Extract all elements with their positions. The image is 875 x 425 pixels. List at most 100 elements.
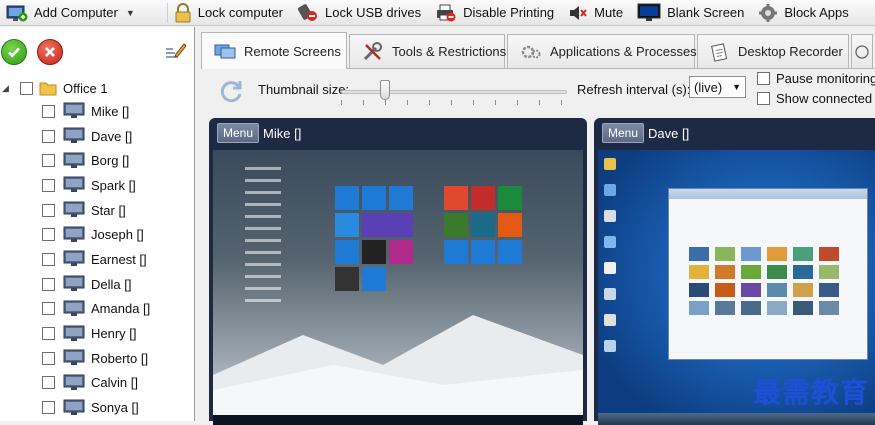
- computer-monitor-icon: [63, 226, 85, 242]
- computer-tree-item[interactable]: Borg []: [0, 148, 194, 173]
- computer-checkbox[interactable]: [42, 302, 55, 316]
- computer-checkbox[interactable]: [42, 327, 55, 341]
- refresh-interval-select[interactable]: (live) ▼: [689, 76, 746, 98]
- computer-label: Calvin []: [91, 375, 138, 391]
- computer-label: Joseph []: [91, 227, 144, 243]
- computer-tree-item[interactable]: Calvin []: [0, 371, 194, 396]
- remote-screen-thumbnail[interactable]: [213, 150, 583, 425]
- lock-usb-label: Lock USB drives: [325, 5, 422, 20]
- tab-applications-processes[interactable]: Applications & Processes: [507, 34, 697, 68]
- chevron-down-icon[interactable]: ▼: [126, 8, 135, 18]
- group-label: Office 1: [63, 80, 108, 96]
- computer-checkbox[interactable]: [42, 178, 55, 192]
- block-apps-icon: [759, 3, 778, 22]
- computer-monitor-icon: [63, 349, 85, 366]
- edit-list-icon[interactable]: [164, 39, 186, 61]
- computer-monitor-icon: [63, 102, 85, 119]
- computer-tree-item[interactable]: Star []: [0, 198, 194, 223]
- screen-header: Menu Mike []: [213, 122, 583, 144]
- blank-screen-button[interactable]: Blank Screen: [631, 0, 752, 25]
- chevron-down-icon: ▼: [732, 82, 741, 92]
- remove-button[interactable]: [37, 39, 63, 65]
- group-checkbox[interactable]: [20, 81, 33, 95]
- block-apps-label: Block Apps: [784, 5, 849, 20]
- tab-tools-label: Tools & Restrictions: [392, 44, 507, 59]
- computer-label: Star []: [91, 202, 126, 218]
- computer-checkbox[interactable]: [42, 129, 55, 143]
- computer-checkbox[interactable]: [42, 203, 55, 217]
- tools-icon: [363, 41, 382, 60]
- computer-monitor-icon: [63, 399, 85, 415]
- checkmark-icon: [8, 47, 20, 58]
- computer-checkbox[interactable]: [42, 401, 55, 415]
- gears-icon: [521, 45, 541, 58]
- usb-lock-icon: [297, 3, 318, 21]
- confirm-button[interactable]: [1, 39, 27, 65]
- monitor-icon: [637, 3, 661, 21]
- computer-checkbox[interactable]: [42, 277, 55, 291]
- block-apps-button[interactable]: Block Apps: [752, 0, 856, 25]
- computer-checkbox[interactable]: [42, 351, 55, 365]
- computer-label: Spark []: [91, 177, 136, 193]
- tree-group-office[interactable]: ◢ Office 1: [0, 77, 194, 99]
- computer-tree-item[interactable]: Dave []: [0, 124, 194, 149]
- padlock-icon: [175, 2, 191, 22]
- tab-bar: Remote Screens Tools & Restrictions Appl…: [201, 32, 875, 69]
- computer-label: Earnest []: [91, 251, 147, 267]
- tab-desktop-recorder[interactable]: Desktop Recorder: [697, 34, 849, 68]
- computer-checkbox[interactable]: [42, 252, 55, 266]
- computer-tree-item[interactable]: Mike []: [0, 99, 194, 124]
- computer-tree-item[interactable]: Henry []: [0, 321, 194, 346]
- start-tiles-left: [335, 186, 413, 291]
- computer-tree-item[interactable]: Spark []: [0, 173, 194, 198]
- computer-label: Roberto []: [91, 350, 149, 366]
- computer-label: Borg []: [91, 153, 130, 169]
- computer-tree-item[interactable]: Earnest []: [0, 247, 194, 272]
- computer-monitor-icon: [63, 374, 85, 390]
- remote-taskbar: [598, 413, 875, 425]
- tab-tools-restrictions[interactable]: Tools & Restrictions: [349, 34, 507, 68]
- desktop-icons: [604, 158, 616, 366]
- pause-monitoring-option[interactable]: Pause monitoring: [757, 71, 875, 86]
- computer-checkbox[interactable]: [42, 228, 55, 242]
- computer-checkbox[interactable]: [42, 104, 55, 118]
- computer-tree-item[interactable]: Roberto []: [0, 346, 194, 371]
- show-connected-label: Show connected o: [776, 91, 875, 106]
- collapse-arrow-icon[interactable]: ◢: [2, 83, 16, 94]
- mute-label: Mute: [594, 5, 624, 20]
- computer-tree-item[interactable]: Della []: [0, 272, 194, 297]
- screen-header: Menu Dave []: [598, 122, 875, 144]
- disable-printing-button[interactable]: Disable Printing: [429, 0, 562, 25]
- show-connected-option[interactable]: Show connected o: [757, 91, 875, 106]
- computer-tree-item[interactable]: Joseph []: [0, 222, 194, 247]
- recorder-icon: [711, 42, 728, 62]
- screen-menu-button[interactable]: Menu: [217, 123, 260, 143]
- lock-computer-label: Lock computer: [197, 5, 284, 20]
- thumbnail-size-slider[interactable]: [341, 78, 567, 106]
- lock-usb-button[interactable]: Lock USB drives: [291, 0, 429, 25]
- computer-checkbox[interactable]: [42, 154, 55, 168]
- tab-overflow[interactable]: [851, 34, 873, 68]
- add-computer-button[interactable]: Add Computer ▼: [0, 0, 143, 25]
- computer-label: Mike []: [91, 103, 130, 119]
- pause-monitoring-checkbox[interactable]: [757, 72, 770, 85]
- disable-printing-label: Disable Printing: [463, 5, 555, 20]
- computer-tree-item[interactable]: Sonya []: [0, 395, 194, 420]
- tree-action-bar: [0, 27, 194, 77]
- screen-computer-name: Mike []: [263, 125, 302, 141]
- watermark: 最需教育: [752, 376, 869, 409]
- main-toolbar: Add Computer ▼ Lock computer Lock USB dr…: [0, 0, 875, 26]
- computer-label: Sonya []: [91, 400, 139, 416]
- mute-button[interactable]: Mute: [562, 0, 631, 25]
- show-connected-checkbox[interactable]: [757, 92, 770, 105]
- computer-checkbox[interactable]: [42, 376, 55, 390]
- slider-handle[interactable]: [380, 80, 390, 100]
- wallpaper-grid: [689, 247, 839, 315]
- computer-tree-item[interactable]: Amanda []: [0, 297, 194, 322]
- thumbnail-size-label: Thumbnail size:: [258, 82, 350, 97]
- screen-menu-button[interactable]: Menu: [602, 123, 645, 143]
- screen-computer-name: Dave []: [648, 125, 690, 141]
- tab-remote-screens[interactable]: Remote Screens: [201, 32, 347, 69]
- lock-computer-button[interactable]: Lock computer: [168, 0, 291, 25]
- computer-label: Dave []: [91, 128, 133, 144]
